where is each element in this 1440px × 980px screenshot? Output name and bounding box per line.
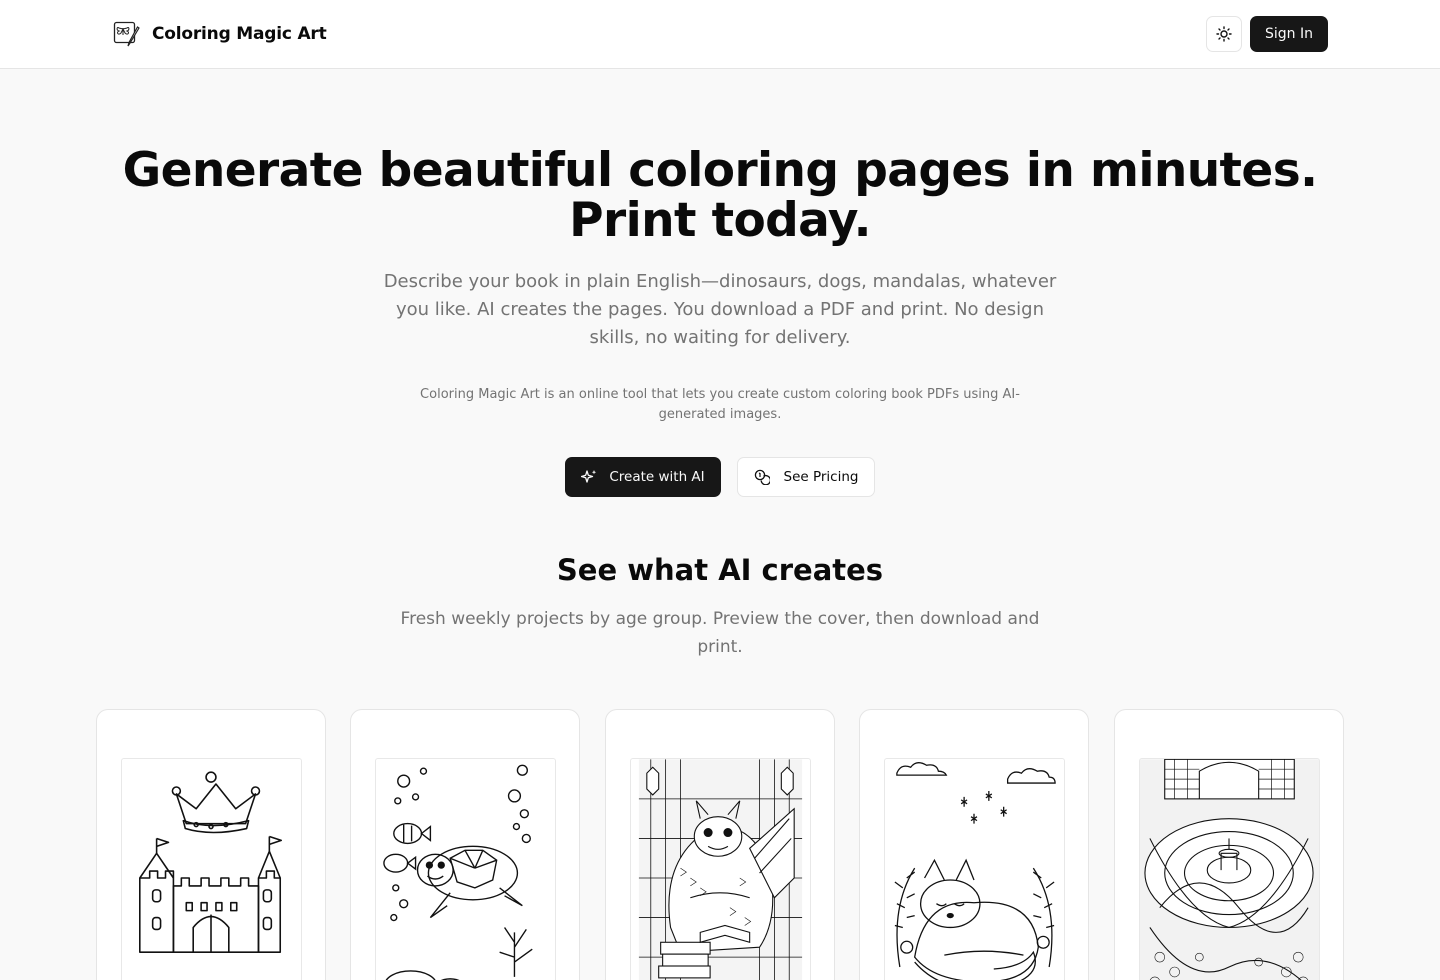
hero-title: Generate beautiful coloring pages in min… [122,143,1318,248]
sparkles-icon [581,470,597,483]
see-pricing-button[interactable]: See Pricing [737,457,875,497]
dragon-books-drawing-icon [630,758,811,980]
project-card-dragon[interactable] [605,709,835,980]
hero-subtitle: Describe your book in plain English—dino… [383,271,1057,348]
coins-icon [754,469,770,485]
create-with-ai-label: Create with AI [609,469,705,485]
sign-in-button[interactable]: Sign In [1250,16,1328,52]
theme-toggle-button[interactable] [1206,16,1242,52]
project-card-fox[interactable] [859,709,1089,980]
brand[interactable]: Coloring Magic Art [112,18,327,50]
showcase-subtitle: Fresh weekly projects by age group. Prev… [400,609,1040,657]
project-card-garden[interactable] [1114,709,1344,980]
sleeping-fox-drawing-icon [884,758,1065,980]
garden-fountain-maze-drawing-icon [1139,758,1320,980]
site-header: Coloring Magic Art Sign In [0,0,1440,69]
showcase-title: See what AI creates [556,553,884,587]
castle-crown-drawing-icon [121,758,302,980]
butterfly-pencil-logo-icon [113,21,140,47]
create-with-ai-button[interactable]: Create with AI [565,457,721,497]
sun-icon [1216,26,1232,42]
see-pricing-label: See Pricing [783,469,859,485]
sea-turtle-drawing-icon [375,758,556,980]
project-card-turtle[interactable] [350,709,580,980]
hero-note: Coloring Magic Art is an online tool tha… [420,387,1020,422]
brand-name: Coloring Magic Art [152,24,327,44]
project-card-castle[interactable] [96,709,326,980]
